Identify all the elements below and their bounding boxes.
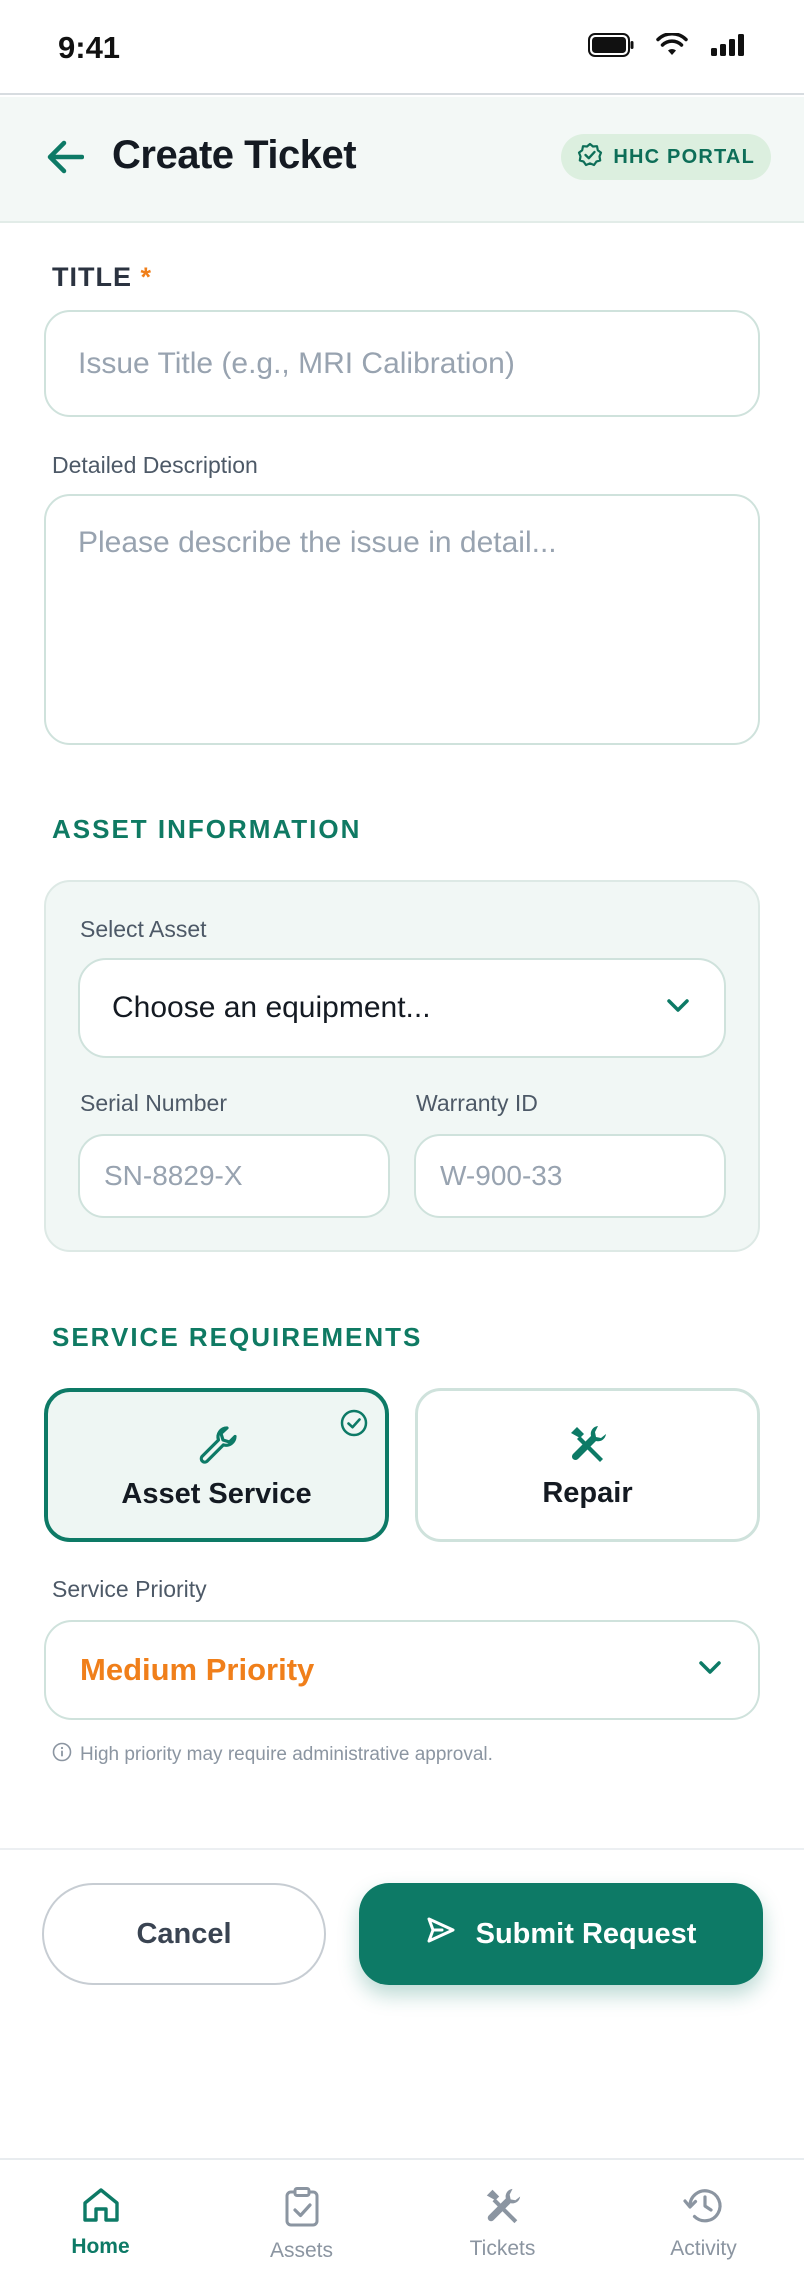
portal-badge: HHC PORTAL xyxy=(561,134,771,180)
clipboard-check-icon xyxy=(282,2186,322,2233)
nav-label: Assets xyxy=(269,2239,334,2262)
tools-icon xyxy=(567,1423,609,1470)
status-time: 9:41 xyxy=(58,30,121,65)
back-button[interactable] xyxy=(40,134,90,184)
service-option-repair[interactable]: Repair xyxy=(415,1388,760,1542)
signal-icon xyxy=(710,33,746,62)
serial-number-label: Serial Number xyxy=(80,1090,227,1116)
cancel-button[interactable]: Cancel xyxy=(42,1883,326,1985)
portal-badge-label: HHC PORTAL xyxy=(613,145,755,168)
nav-item-activity[interactable]: Activity xyxy=(603,2160,804,2288)
serial-number-input[interactable] xyxy=(78,1134,390,1218)
submit-request-button[interactable]: Submit Request xyxy=(359,1883,763,1985)
info-icon xyxy=(52,1742,72,1768)
asset-select-value: Choose an equipment... xyxy=(112,991,431,1024)
history-icon xyxy=(682,2186,725,2231)
verified-badge-icon xyxy=(577,142,603,173)
nav-label: Tickets xyxy=(469,2237,536,2260)
status-bar: 9:41 xyxy=(0,0,804,95)
page-title: Create Ticket xyxy=(112,133,357,177)
home-icon xyxy=(81,2186,121,2229)
nav-label: Activity xyxy=(670,2237,737,2260)
app-header: Create Ticket HHC PORTAL xyxy=(0,97,804,223)
service-requirements-heading: SERVICE REQUIREMENTS xyxy=(52,1322,423,1352)
nav-label: Home xyxy=(71,2235,130,2258)
asset-select[interactable]: Choose an equipment... xyxy=(78,958,726,1058)
required-mark: * xyxy=(140,262,153,292)
asset-information-heading: ASSET INFORMATION xyxy=(52,814,362,844)
cancel-button-label: Cancel xyxy=(136,1917,232,1950)
bottom-nav: Home Assets Tickets Activity xyxy=(0,2158,804,2288)
description-textarea[interactable] xyxy=(44,494,760,745)
warranty-id-input[interactable] xyxy=(414,1134,726,1218)
priority-select[interactable]: Medium Priority xyxy=(44,1620,760,1720)
chevron-down-icon xyxy=(666,998,690,1019)
service-priority-label: Service Priority xyxy=(52,1576,207,1602)
send-icon xyxy=(426,1916,456,1952)
service-option-label: Repair xyxy=(542,1477,633,1509)
wrench-icon xyxy=(197,1424,237,1469)
nav-item-assets[interactable]: Assets xyxy=(201,2160,402,2288)
select-asset-label: Select Asset xyxy=(80,916,207,942)
chevron-down-icon xyxy=(698,1660,722,1681)
arrow-left-icon xyxy=(46,140,85,179)
nav-item-home[interactable]: Home xyxy=(0,2160,201,2288)
battery-icon xyxy=(588,33,634,62)
priority-hint: High priority may require administrative… xyxy=(52,1742,493,1768)
divider xyxy=(0,1848,804,1850)
nav-item-tickets[interactable]: Tickets xyxy=(402,2160,603,2288)
asset-information-card: Select Asset Choose an equipment... Seri… xyxy=(44,880,760,1252)
service-option-label: Asset Service xyxy=(121,1478,312,1510)
submit-request-label: Submit Request xyxy=(475,1917,697,1950)
title-label: TITLE * xyxy=(52,262,152,293)
wifi-icon xyxy=(656,32,688,62)
tools-icon xyxy=(483,2186,523,2231)
service-option-asset-service[interactable]: Asset Service xyxy=(44,1388,389,1542)
title-label-text: TITLE xyxy=(52,262,132,292)
description-label: Detailed Description xyxy=(52,452,258,478)
status-icons xyxy=(588,32,746,62)
warranty-id-label: Warranty ID xyxy=(416,1090,538,1116)
priority-select-value: Medium Priority xyxy=(80,1652,315,1687)
check-circle-icon xyxy=(339,1408,369,1443)
priority-hint-text: High priority may require administrative… xyxy=(80,1744,493,1765)
title-input[interactable] xyxy=(44,310,760,417)
